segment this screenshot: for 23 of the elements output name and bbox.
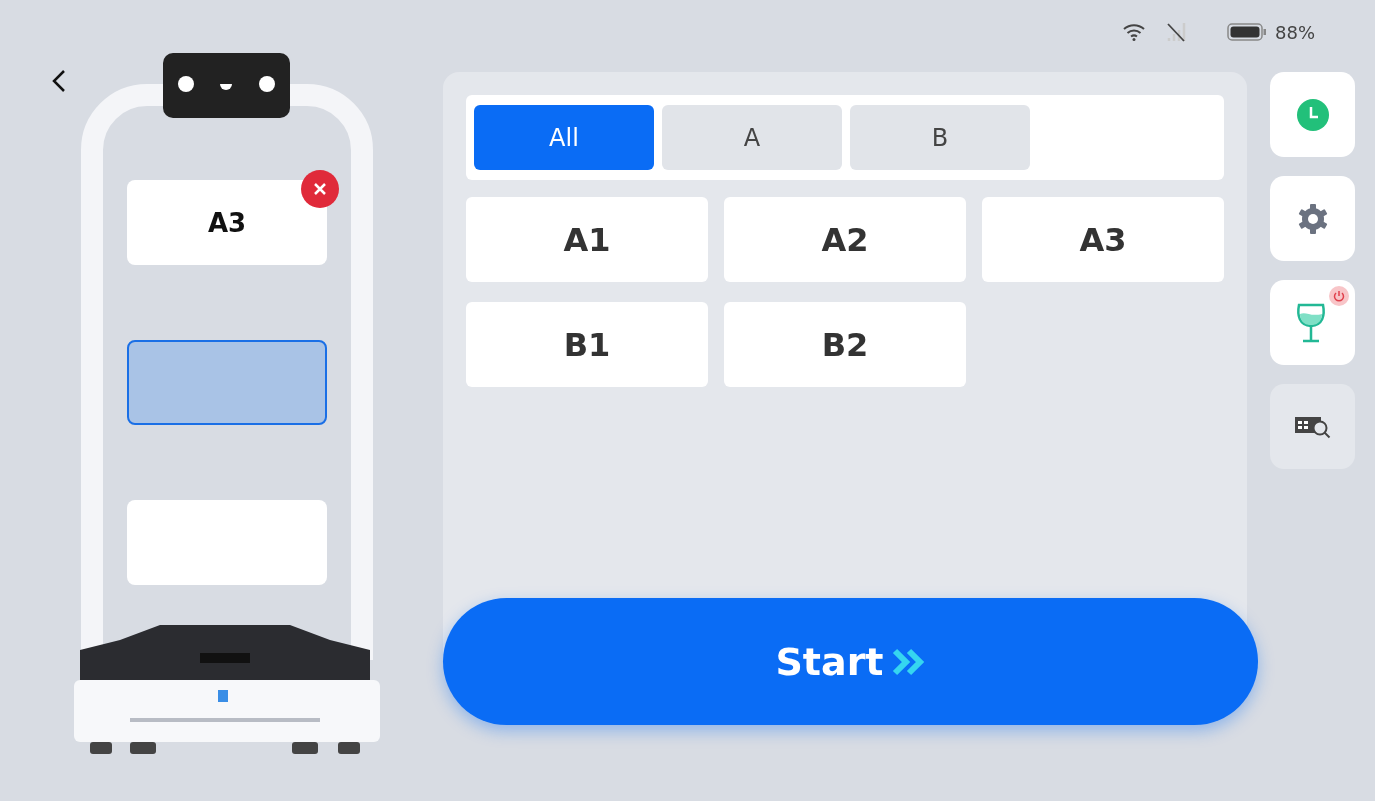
- chevron-left-icon: [52, 69, 66, 93]
- tab[interactable]: A: [662, 105, 842, 170]
- battery-percentage: 88%: [1275, 21, 1315, 43]
- power-badge-icon: [1329, 286, 1349, 306]
- tray-slot[interactable]: A3: [127, 180, 327, 265]
- no-signal-icon: [1165, 21, 1187, 43]
- double-chevron-icon: [891, 647, 926, 676]
- side-button[interactable]: [1270, 176, 1355, 261]
- remove-icon[interactable]: [301, 170, 339, 208]
- start-button[interactable]: Start: [443, 598, 1258, 725]
- tray-slot[interactable]: [127, 340, 327, 425]
- table-button[interactable]: B1: [466, 302, 708, 387]
- table-button[interactable]: A2: [724, 197, 966, 282]
- battery-icon: [1227, 23, 1267, 41]
- table-button[interactable]: A3: [982, 197, 1224, 282]
- table-search-icon: [1294, 414, 1331, 439]
- tab[interactable]: All: [474, 105, 654, 170]
- table-button[interactable]: A1: [466, 197, 708, 282]
- wifi-icon: [1123, 23, 1145, 41]
- table-button[interactable]: B2: [724, 302, 966, 387]
- clock-icon: [1295, 97, 1330, 132]
- settings-icon: [1296, 202, 1329, 235]
- tab[interactable]: B: [850, 105, 1030, 170]
